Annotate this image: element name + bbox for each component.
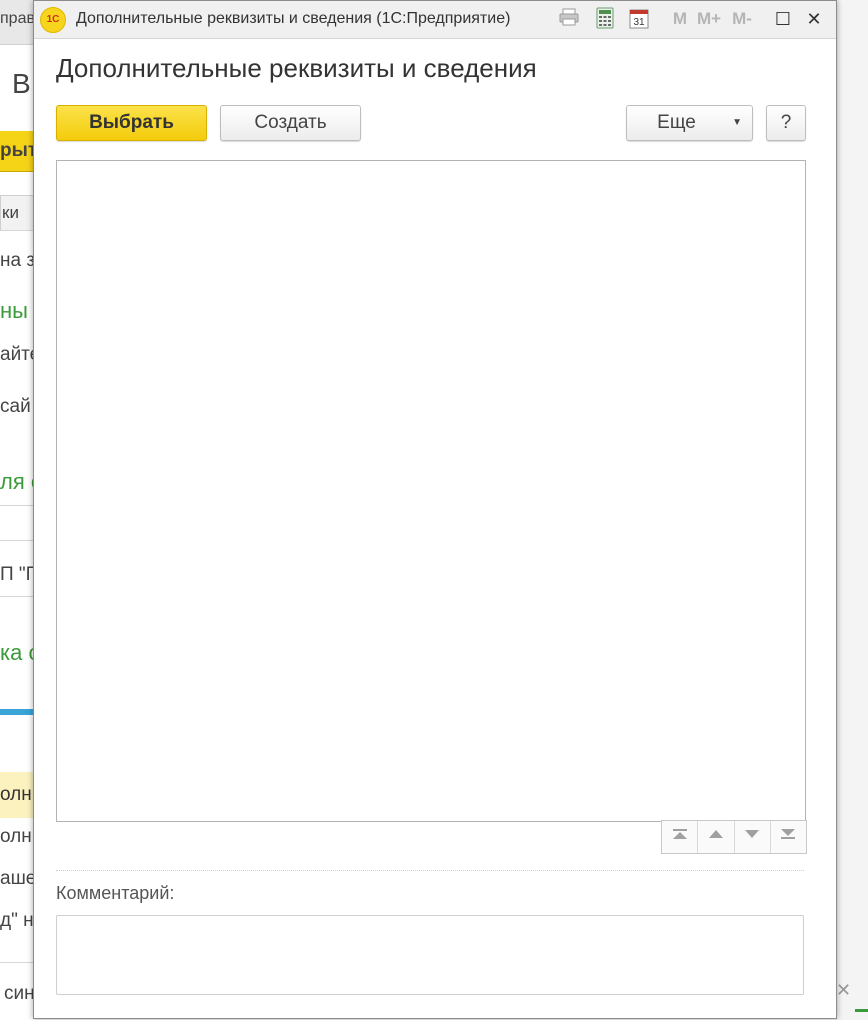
memory-m-button[interactable]: M	[667, 7, 693, 31]
memory-plus-button[interactable]: M+	[696, 7, 722, 31]
move-down-icon[interactable]	[734, 821, 771, 853]
background-line: П "Г	[0, 564, 36, 585]
chevron-down-icon: ▼	[732, 117, 742, 128]
modal-window: 1C Дополнительные реквизиты и сведения (…	[33, 0, 837, 1019]
memory-minus-button[interactable]: M-	[729, 7, 755, 31]
background-line: сай	[0, 396, 31, 417]
comment-field[interactable]	[56, 915, 804, 995]
move-up-icon[interactable]	[698, 821, 735, 853]
create-button[interactable]: Создать	[220, 105, 361, 141]
app-logo-icon: 1C	[40, 7, 66, 33]
window-titlebar: 1C Дополнительные реквизиты и сведения (…	[34, 1, 836, 39]
background-heading-fragment: В	[12, 68, 31, 99]
help-button[interactable]: ?	[766, 105, 806, 141]
more-button-label: Еще	[657, 112, 696, 133]
form-title: Дополнительные реквизиты и сведения	[56, 53, 537, 83]
background-title-fragment: прав	[0, 10, 35, 27]
comment-label: Комментарий:	[56, 883, 175, 903]
move-last-icon[interactable]	[770, 821, 806, 853]
list-navigation	[661, 820, 807, 854]
calendar-day-label: 31	[633, 17, 645, 28]
close-icon[interactable]: ✕	[801, 7, 827, 31]
calendar-icon[interactable]: 31	[626, 7, 652, 31]
background-green-marker	[855, 1009, 868, 1012]
background-line: на з	[0, 250, 36, 271]
properties-list[interactable]	[56, 160, 806, 822]
background-tab-fragment: ки	[2, 203, 19, 222]
select-button[interactable]: Выбрать	[56, 105, 207, 141]
more-dropdown-button[interactable]: Еще ▼	[626, 105, 753, 141]
background-right-strip	[835, 0, 868, 1020]
maximize-icon[interactable]: ☐	[770, 7, 796, 31]
separator	[56, 870, 804, 871]
background-section-heading: ны	[0, 298, 28, 323]
background-row-text: син	[4, 983, 35, 1004]
calculator-icon[interactable]	[592, 7, 618, 31]
window-title: Дополнительные реквизиты и сведения (1С:…	[76, 10, 511, 27]
move-first-icon[interactable]	[662, 821, 699, 853]
printer-icon[interactable]	[556, 7, 582, 31]
background-button-fragment: рыт	[0, 140, 38, 161]
background-close-icon[interactable]: ✕	[836, 980, 851, 1001]
